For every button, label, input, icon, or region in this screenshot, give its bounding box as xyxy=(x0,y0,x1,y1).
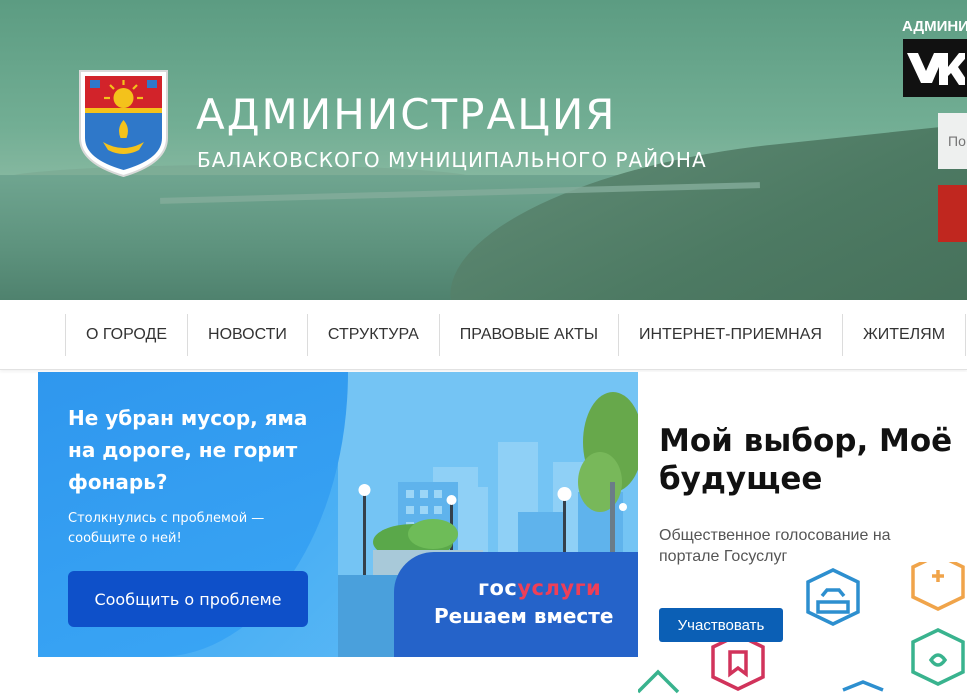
site-header: АДМИНИСТРАЦИЯ БАЛАКОВСКОГО МУНИЦИПАЛЬНОГ… xyxy=(0,0,967,300)
vk-logo-icon xyxy=(907,53,965,85)
report-banner-text: Столкнулись с проблемой — сообщите о ней… xyxy=(68,511,265,546)
report-problem-button[interactable]: Сообщить о проблеме xyxy=(68,571,308,627)
nav-item-legal-acts[interactable]: ПРАВОВЫЕ АКТЫ xyxy=(438,314,618,356)
vk-link[interactable] xyxy=(903,39,967,97)
nav-item-structure[interactable]: СТРУКТУРА xyxy=(306,314,439,356)
vote-banner-text: Общественное голосование на портале Госу… xyxy=(659,527,891,565)
page: АДМИНИСТРАЦИЯ БАЛАКОВСКОГО МУНИЦИПАЛЬНОГ… xyxy=(0,0,967,700)
search-submit-button[interactable] xyxy=(938,185,967,242)
vote-banner[interactable]: Мой выбор, Моё будущее Общественное голо… xyxy=(638,372,967,700)
nav-separator xyxy=(965,314,967,356)
vote-banner-title: Мой выбор, Моё будущее xyxy=(659,423,953,497)
search-box[interactable] xyxy=(938,113,967,169)
nav-item-news[interactable]: НОВОСТИ xyxy=(187,314,307,356)
main-nav: О ГОРОДЕ НОВОСТИ СТРУКТУРА ПРАВОВЫЕ АКТЫ… xyxy=(0,300,967,370)
site-subtitle[interactable]: БАЛАКОВСКОГО МУНИЦИПАЛЬНОГО РАЙОНА xyxy=(197,148,707,172)
admin-label: АДМИНИ xyxy=(902,18,967,35)
nav-item-about-city[interactable]: О ГОРОДЕ xyxy=(65,314,187,356)
gosuslugi-slogan: Решаем вместе xyxy=(434,604,614,628)
city-coat-of-arms-icon[interactable] xyxy=(77,68,170,178)
report-problem-banner[interactable]: Не убран мусор, яма на дороге, не горит … xyxy=(38,372,638,657)
participate-button[interactable]: Участвовать xyxy=(659,608,783,642)
gosuslugi-logo-part1: гос xyxy=(478,576,518,600)
gosuslugi-logo-part2: услуги xyxy=(517,576,602,600)
gosuslugi-logo: госуслуги xyxy=(478,576,601,600)
site-title[interactable]: АДМИНИСТРАЦИЯ xyxy=(196,90,616,139)
nav-list: О ГОРОДЕ НОВОСТИ СТРУКТУРА ПРАВОВЫЕ АКТЫ… xyxy=(65,314,967,356)
report-banner-title: Не убран мусор, яма на дороге, не горит … xyxy=(68,406,308,494)
nav-item-internet-reception[interactable]: ИНТЕРНЕТ-ПРИЕМНАЯ xyxy=(617,314,842,356)
search-input[interactable] xyxy=(938,113,967,169)
nav-item-residents[interactable]: ЖИТЕЛЯМ xyxy=(841,314,965,356)
